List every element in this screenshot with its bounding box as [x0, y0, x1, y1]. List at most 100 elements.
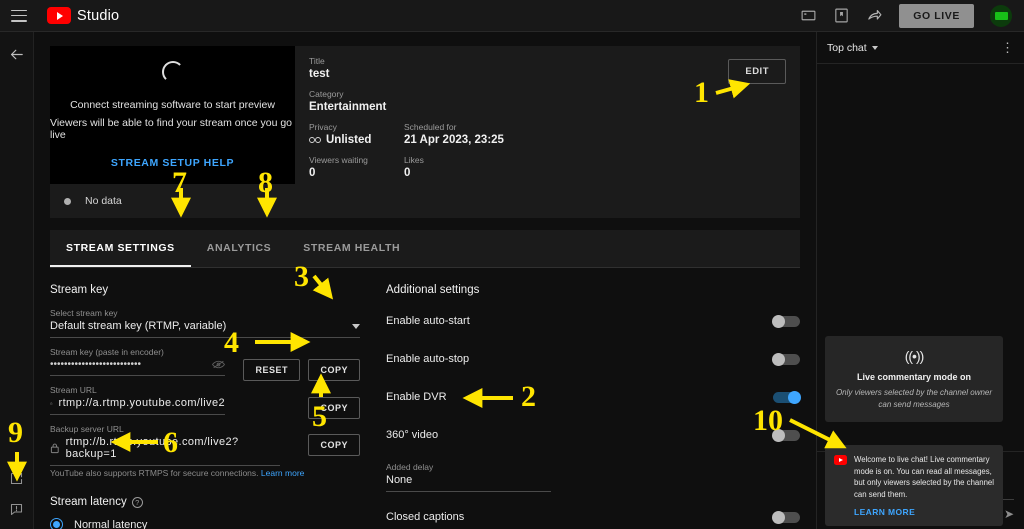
welcome-text: Welcome to live chat! Live commentary mo… [854, 455, 994, 500]
stream-key-copy-button[interactable]: COPY [308, 359, 360, 381]
likes-value: 0 [404, 167, 411, 179]
enable-dvr-toggle[interactable] [773, 390, 801, 404]
enable-auto-stop-label: Enable auto-stop [386, 353, 470, 365]
video-placeholder-icon[interactable] [800, 7, 817, 24]
scheduled-value: 21 Apr 2023, 23:25 [404, 134, 504, 146]
youtube-logo-icon [47, 7, 71, 24]
category-label: Category [309, 89, 344, 99]
lock-icon [50, 401, 53, 405]
stream-url-label: Stream URL [50, 385, 97, 395]
loading-spinner-icon [161, 61, 184, 83]
added-delay-field[interactable]: Added delay None [386, 462, 800, 492]
chevron-down-icon[interactable] [871, 45, 878, 50]
stream-details-panel: Title test Category Entertainment Privac… [295, 46, 800, 218]
radio-icon-selected [50, 518, 63, 529]
status-dot-icon [64, 197, 71, 205]
tab-analytics[interactable]: ANALYTICS [191, 230, 288, 267]
closed-captions-label: Closed captions [386, 511, 465, 523]
eye-toggle-icon[interactable] [212, 360, 225, 369]
360-video-row: 360° video [386, 422, 800, 448]
tab-stream-settings[interactable]: STREAM SETTINGS [50, 230, 191, 267]
enable-dvr-label: Enable DVR [386, 391, 447, 403]
top-bar: Studio GO LIVE [0, 0, 1024, 32]
studio-brand[interactable]: Studio [47, 7, 119, 24]
privacy-schedule-row: Privacy Unlisted Scheduled for 21 Apr 20… [309, 122, 786, 155]
rail-external-link-icon[interactable] [9, 471, 24, 486]
select-stream-key-value: Default stream key (RTMP, variable) [50, 320, 227, 332]
commentary-subtitle: Only viewers selected by the channel own… [835, 388, 993, 409]
likes-block: Likes 0 [404, 155, 499, 188]
chat-header: Top chat ⋮ [817, 32, 1024, 64]
more-options-icon[interactable]: ⋮ [1001, 41, 1014, 54]
privacy-label: Privacy [309, 122, 337, 132]
normal-latency-radio[interactable]: Normal latency [50, 518, 360, 529]
live-chat-panel: Top chat ⋮ ((•)) Live commentary mode on… [816, 32, 1024, 529]
rtmps-note: YouTube also supports RTMPS for secure c… [50, 468, 360, 478]
additional-settings-title: Additional settings [386, 284, 480, 296]
top-bar-actions: GO LIVE [800, 3, 1012, 28]
question-mark-icon[interactable]: ? [131, 496, 143, 508]
share-icon[interactable] [866, 7, 883, 24]
category-value: Entertainment [309, 101, 387, 113]
edit-button[interactable]: EDIT [728, 59, 786, 84]
rtmps-note-text: YouTube also supports RTMPS for secure c… [50, 468, 259, 478]
commentary-title: Live commentary mode on [856, 372, 972, 382]
stream-key-label: Stream key (paste in encoder) [50, 347, 164, 357]
chat-mode-label[interactable]: Top chat [827, 42, 867, 54]
stream-latency-title-row: Stream latency ? [50, 496, 360, 508]
360-video-toggle[interactable] [772, 428, 800, 442]
metrics-row: Viewers waiting 0 Likes 0 [309, 155, 786, 188]
preview-column: Connect streaming software to start prev… [50, 46, 295, 218]
main-content: Connect streaming software to start prev… [34, 32, 816, 529]
send-icon[interactable]: ➤ [1004, 507, 1014, 521]
stream-key-value: •••••••••••••••••••••••••• [50, 359, 142, 370]
enable-auto-start-row: Enable auto-start [386, 308, 800, 334]
privacy-value: Unlisted [326, 134, 372, 146]
additional-settings-column: Additional settings Enable auto-start En… [386, 284, 801, 529]
commentary-mode-card: ((•)) Live commentary mode on Only viewe… [825, 336, 1003, 423]
title-value: test [309, 68, 330, 80]
preview-line-2: Viewers will be able to find your stream… [50, 117, 293, 141]
enable-auto-start-toggle[interactable] [772, 314, 800, 328]
hamburger-icon[interactable] [11, 9, 27, 22]
enable-auto-stop-toggle[interactable] [772, 352, 800, 366]
closed-captions-toggle[interactable] [772, 510, 800, 524]
stream-url-copy-button[interactable]: COPY [308, 397, 360, 419]
viewers-value: 0 [309, 167, 316, 179]
backup-url-value: rtmp://b.rtmp.youtube.com/live2?backup=1 [65, 436, 239, 460]
backup-url-copy-button[interactable]: COPY [308, 434, 360, 456]
broadcast-icon: ((•)) [904, 348, 925, 364]
link-icon [309, 137, 321, 143]
stream-setup-help-link[interactable]: STREAM SETUP HELP [111, 157, 234, 169]
select-stream-key-label: Select stream key [50, 308, 118, 318]
rtmps-learn-more-link[interactable]: Learn more [261, 468, 304, 478]
privacy-value-wrap: Unlisted [309, 134, 404, 146]
normal-latency-label: Normal latency [74, 518, 148, 529]
stream-status-bar: No data [50, 184, 295, 218]
stream-key-reset-button[interactable]: RESET [243, 359, 300, 381]
back-arrow-icon[interactable] [8, 46, 25, 63]
lock-icon [50, 443, 59, 453]
status-label: No data [85, 195, 122, 207]
enable-dvr-row: Enable DVR [386, 384, 801, 410]
bookmark-icon[interactable] [833, 7, 850, 24]
likes-label: Likes [404, 155, 424, 165]
stream-latency-title: Stream latency [50, 496, 127, 508]
chat-welcome-card: Welcome to live chat! Live commentary mo… [825, 445, 1003, 526]
chat-messages-area: ((•)) Live commentary mode on Only viewe… [817, 64, 1024, 526]
viewers-label: Viewers waiting [309, 155, 368, 165]
tab-stream-health[interactable]: STREAM HEALTH [287, 230, 416, 267]
welcome-learn-more-link[interactable]: LEARN MORE [854, 507, 994, 517]
settings-body: Stream key Select stream key Default str… [34, 268, 816, 529]
added-delay-label: Added delay [386, 462, 434, 472]
feedback-icon[interactable] [9, 502, 24, 517]
brand-label: Studio [77, 7, 120, 24]
title-label: Title [309, 56, 325, 66]
stream-url-value: rtmp://a.rtmp.youtube.com/live2 [58, 397, 225, 409]
go-live-button[interactable]: GO LIVE [899, 3, 974, 28]
avatar[interactable] [990, 4, 1012, 27]
stream-preview: Connect streaming software to start prev… [50, 46, 295, 184]
select-stream-key-field[interactable]: Select stream key Default stream key (RT… [50, 308, 360, 338]
schedule-block: Scheduled for 21 Apr 2023, 23:25 [404, 122, 504, 155]
chevron-down-icon[interactable] [352, 323, 360, 329]
